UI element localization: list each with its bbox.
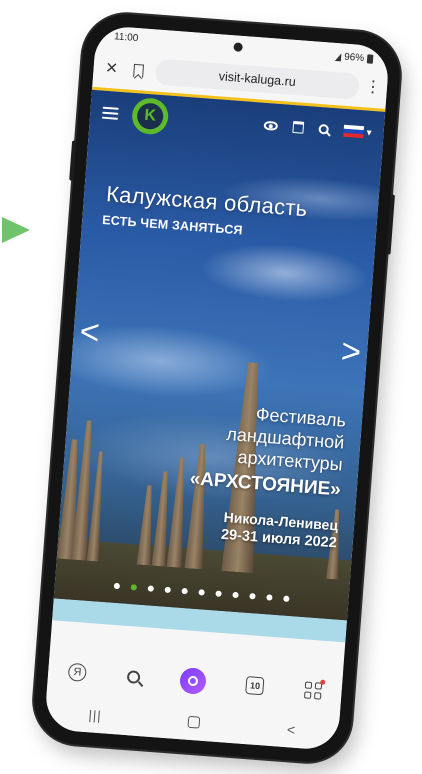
carousel-dot[interactable] bbox=[130, 584, 138, 591]
bookmark-icon[interactable] bbox=[133, 63, 145, 78]
pointer-arrow-icon bbox=[2, 217, 30, 243]
slide-caption: Фестиваль ландшафтной архитектуры «АРХСТ… bbox=[185, 398, 347, 551]
back-icon[interactable]: < bbox=[286, 721, 295, 738]
carousel-dot[interactable] bbox=[198, 589, 205, 596]
tabs-counter-icon[interactable]: 10 bbox=[245, 676, 265, 696]
carousel-dot[interactable] bbox=[283, 595, 290, 603]
more-menu-icon[interactable]: ⋮ bbox=[364, 78, 381, 96]
recent-apps-icon[interactable]: ||| bbox=[88, 707, 102, 723]
menu-icon[interactable] bbox=[101, 106, 119, 120]
carousel-dot[interactable] bbox=[147, 585, 154, 592]
battery-percent: 96% bbox=[343, 51, 365, 65]
battery-icon bbox=[366, 54, 374, 64]
close-icon[interactable]: × bbox=[101, 57, 122, 80]
carousel-dot[interactable] bbox=[113, 582, 121, 590]
url-text: visit-kaluga.ru bbox=[218, 69, 297, 90]
eye-icon[interactable] bbox=[263, 120, 279, 131]
status-time: 11:00 bbox=[113, 31, 139, 45]
yandex-icon[interactable]: Я bbox=[67, 662, 88, 682]
home-icon[interactable] bbox=[187, 715, 201, 729]
hero-subtitle: ЕСТЬ ЧЕМ ЗАНЯТЬСЯ bbox=[101, 212, 244, 238]
hero-slider: K ▾ Калужская область ЕСТЬ ЧЕМ ЗАНЯТЬСЯ bbox=[53, 89, 386, 621]
signal-icon bbox=[330, 52, 342, 61]
carousel-dot[interactable] bbox=[215, 590, 222, 597]
carousel-dot[interactable] bbox=[266, 594, 273, 601]
volume-button bbox=[69, 140, 77, 181]
calendar-icon[interactable] bbox=[292, 120, 305, 134]
alice-icon[interactable] bbox=[178, 667, 207, 695]
language-selector[interactable]: ▾ bbox=[343, 124, 372, 139]
prev-slide-button[interactable]: < bbox=[78, 313, 101, 352]
next-slide-button[interactable]: > bbox=[340, 332, 363, 371]
phone-screen: 11:00 96% × visit-kaluga.ru ⋮ K ▾ Калужс… bbox=[43, 24, 391, 752]
services-icon[interactable] bbox=[303, 680, 322, 700]
search-icon[interactable] bbox=[126, 669, 141, 684]
flag-icon bbox=[343, 124, 365, 139]
chevron-down-icon: ▾ bbox=[366, 127, 372, 139]
search-icon[interactable] bbox=[318, 123, 330, 135]
carousel-dot[interactable] bbox=[164, 586, 171, 594]
logo-letter: K bbox=[136, 102, 165, 131]
phone-device: 11:00 96% × visit-kaluga.ru ⋮ K ▾ Калужс… bbox=[31, 11, 403, 765]
carousel-dot[interactable] bbox=[181, 587, 188, 595]
site-logo[interactable]: K bbox=[130, 96, 170, 136]
power-button bbox=[386, 194, 395, 255]
carousel-dot[interactable] bbox=[232, 591, 239, 599]
carousel-dot[interactable] bbox=[249, 593, 256, 600]
header-icons: ▾ bbox=[263, 118, 372, 139]
status-indicators: 96% bbox=[330, 48, 374, 68]
